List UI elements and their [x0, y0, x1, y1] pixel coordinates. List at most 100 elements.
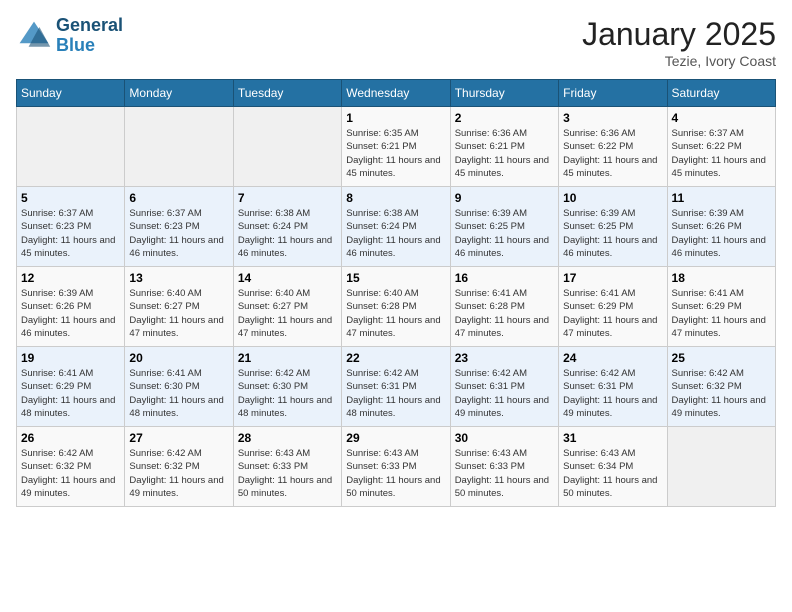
calendar-cell: 29 Sunrise: 6:43 AM Sunset: 6:33 PM Dayli…	[342, 427, 450, 507]
calendar-cell: 24 Sunrise: 6:42 AM Sunset: 6:31 PM Dayli…	[559, 347, 667, 427]
day-number: 22	[346, 351, 445, 365]
calendar-table: SundayMondayTuesdayWednesdayThursdayFrid…	[16, 79, 776, 507]
calendar-week-5: 26 Sunrise: 6:42 AM Sunset: 6:32 PM Dayli…	[17, 427, 776, 507]
calendar-cell: 8Sunrise: 6:38 AM Sunset: 6:24 PM Daylig…	[342, 187, 450, 267]
day-number: 16	[455, 271, 554, 285]
calendar-cell: 11Sunrise: 6:39 AM Sunset: 6:26 PM Dayli…	[667, 187, 775, 267]
day-number: 20	[129, 351, 228, 365]
day-number: 1	[346, 111, 445, 125]
calendar-cell	[17, 107, 125, 187]
calendar-cell: 18 Sunrise: 6:41 AM Sunset: 6:29 PM Dayli…	[667, 267, 775, 347]
calendar-cell: 16 Sunrise: 6:41 AM Sunset: 6:28 PM Dayli…	[450, 267, 558, 347]
day-info: Sunrise: 6:41 AM Sunset: 6:30 PM Dayligh…	[129, 367, 228, 420]
day-number: 17	[563, 271, 662, 285]
day-info: Sunrise: 6:43 AM Sunset: 6:33 PM Dayligh…	[238, 447, 337, 500]
day-info: Sunrise: 6:41 AM Sunset: 6:29 PM Dayligh…	[563, 287, 662, 340]
calendar-cell: 9 Sunrise: 6:39 AM Sunset: 6:25 PM Daylig…	[450, 187, 558, 267]
day-info: Sunrise: 6:43 AM Sunset: 6:33 PM Dayligh…	[455, 447, 554, 500]
day-number: 29	[346, 431, 445, 445]
day-number: 3	[563, 111, 662, 125]
day-number: 18	[672, 271, 771, 285]
day-info: Sunrise: 6:38 AM Sunset: 6:24 PM Dayligh…	[238, 207, 337, 260]
weekday-header-friday: Friday	[559, 80, 667, 107]
day-number: 21	[238, 351, 337, 365]
calendar-cell: 26Sunrise: 6:42 AM Sunset: 6:32 PM Dayli…	[17, 427, 125, 507]
calendar-week-4: 19 Sunrise: 6:41 AM Sunset: 6:29 PM Dayli…	[17, 347, 776, 427]
day-number: 28	[238, 431, 337, 445]
weekday-header-wednesday: Wednesday	[342, 80, 450, 107]
day-info: Sunrise: 6:39 AM Sunset: 6:26 PM Dayligh…	[21, 287, 120, 340]
calendar-cell: 30 Sunrise: 6:43 AM Sunset: 6:33 PM Dayli…	[450, 427, 558, 507]
calendar-cell: 6 Sunrise: 6:37 AM Sunset: 6:23 PM Daylig…	[125, 187, 233, 267]
logo-icon	[16, 18, 52, 54]
weekday-header-saturday: Saturday	[667, 80, 775, 107]
calendar-cell: 22 Sunrise: 6:42 AM Sunset: 6:31 PM Dayli…	[342, 347, 450, 427]
day-number: 30	[455, 431, 554, 445]
calendar-cell	[667, 427, 775, 507]
calendar-cell: 2Sunrise: 6:36 AM Sunset: 6:21 PM Daylig…	[450, 107, 558, 187]
calendar-cell: 10 Sunrise: 6:39 AM Sunset: 6:25 PM Dayli…	[559, 187, 667, 267]
weekday-header-monday: Monday	[125, 80, 233, 107]
day-number: 24	[563, 351, 662, 365]
day-info: Sunrise: 6:40 AM Sunset: 6:28 PM Dayligh…	[346, 287, 445, 340]
calendar-cell: 25Sunrise: 6:42 AM Sunset: 6:32 PM Dayli…	[667, 347, 775, 427]
calendar-cell: 31 Sunrise: 6:43 AM Sunset: 6:34 PM Dayli…	[559, 427, 667, 507]
day-info: Sunrise: 6:37 AM Sunset: 6:23 PM Dayligh…	[129, 207, 228, 260]
location: Tezie, Ivory Coast	[582, 53, 776, 69]
calendar-cell: 14Sunrise: 6:40 AM Sunset: 6:27 PM Dayli…	[233, 267, 341, 347]
calendar-cell	[125, 107, 233, 187]
day-number: 4	[672, 111, 771, 125]
day-info: Sunrise: 6:35 AM Sunset: 6:21 PM Dayligh…	[346, 127, 445, 180]
calendar-cell: 3 Sunrise: 6:36 AM Sunset: 6:22 PM Daylig…	[559, 107, 667, 187]
day-number: 5	[21, 191, 120, 205]
logo: General Blue	[16, 16, 123, 56]
month-title: January 2025	[582, 16, 776, 53]
day-info: Sunrise: 6:41 AM Sunset: 6:29 PM Dayligh…	[21, 367, 120, 420]
title-block: January 2025 Tezie, Ivory Coast	[582, 16, 776, 69]
day-number: 10	[563, 191, 662, 205]
calendar-week-3: 12 Sunrise: 6:39 AM Sunset: 6:26 PM Dayli…	[17, 267, 776, 347]
day-info: Sunrise: 6:39 AM Sunset: 6:26 PM Dayligh…	[672, 207, 771, 260]
weekday-header-row: SundayMondayTuesdayWednesdayThursdayFrid…	[17, 80, 776, 107]
calendar-cell: 27 Sunrise: 6:42 AM Sunset: 6:32 PM Dayli…	[125, 427, 233, 507]
day-info: Sunrise: 6:41 AM Sunset: 6:29 PM Dayligh…	[672, 287, 771, 340]
day-number: 23	[455, 351, 554, 365]
day-number: 12	[21, 271, 120, 285]
day-number: 13	[129, 271, 228, 285]
day-info: Sunrise: 6:37 AM Sunset: 6:22 PM Dayligh…	[672, 127, 771, 180]
day-info: Sunrise: 6:39 AM Sunset: 6:25 PM Dayligh…	[455, 207, 554, 260]
day-number: 26	[21, 431, 120, 445]
calendar-header: SundayMondayTuesdayWednesdayThursdayFrid…	[17, 80, 776, 107]
page-header: General Blue January 2025 Tezie, Ivory C…	[16, 16, 776, 69]
day-info: Sunrise: 6:42 AM Sunset: 6:32 PM Dayligh…	[672, 367, 771, 420]
day-number: 2	[455, 111, 554, 125]
day-info: Sunrise: 6:43 AM Sunset: 6:33 PM Dayligh…	[346, 447, 445, 500]
calendar-cell: 19 Sunrise: 6:41 AM Sunset: 6:29 PM Dayli…	[17, 347, 125, 427]
calendar-cell: 13 Sunrise: 6:40 AM Sunset: 6:27 PM Dayli…	[125, 267, 233, 347]
day-number: 7	[238, 191, 337, 205]
day-info: Sunrise: 6:42 AM Sunset: 6:32 PM Dayligh…	[129, 447, 228, 500]
calendar-body: 1 Sunrise: 6:35 AM Sunset: 6:21 PM Daylig…	[17, 107, 776, 507]
day-number: 9	[455, 191, 554, 205]
calendar-week-2: 5 Sunrise: 6:37 AM Sunset: 6:23 PM Daylig…	[17, 187, 776, 267]
day-info: Sunrise: 6:42 AM Sunset: 6:31 PM Dayligh…	[563, 367, 662, 420]
calendar-cell: 7 Sunrise: 6:38 AM Sunset: 6:24 PM Daylig…	[233, 187, 341, 267]
day-number: 8	[346, 191, 445, 205]
calendar-week-1: 1 Sunrise: 6:35 AM Sunset: 6:21 PM Daylig…	[17, 107, 776, 187]
day-info: Sunrise: 6:40 AM Sunset: 6:27 PM Dayligh…	[129, 287, 228, 340]
day-info: Sunrise: 6:43 AM Sunset: 6:34 PM Dayligh…	[563, 447, 662, 500]
day-number: 27	[129, 431, 228, 445]
day-number: 6	[129, 191, 228, 205]
weekday-header-sunday: Sunday	[17, 80, 125, 107]
weekday-header-thursday: Thursday	[450, 80, 558, 107]
day-info: Sunrise: 6:37 AM Sunset: 6:23 PM Dayligh…	[21, 207, 120, 260]
day-info: Sunrise: 6:39 AM Sunset: 6:25 PM Dayligh…	[563, 207, 662, 260]
calendar-cell: 21 Sunrise: 6:42 AM Sunset: 6:30 PM Dayli…	[233, 347, 341, 427]
day-number: 31	[563, 431, 662, 445]
day-info: Sunrise: 6:42 AM Sunset: 6:31 PM Dayligh…	[346, 367, 445, 420]
day-info: Sunrise: 6:41 AM Sunset: 6:28 PM Dayligh…	[455, 287, 554, 340]
day-number: 14	[238, 271, 337, 285]
day-info: Sunrise: 6:42 AM Sunset: 6:30 PM Dayligh…	[238, 367, 337, 420]
day-number: 19	[21, 351, 120, 365]
day-info: Sunrise: 6:36 AM Sunset: 6:22 PM Dayligh…	[563, 127, 662, 180]
